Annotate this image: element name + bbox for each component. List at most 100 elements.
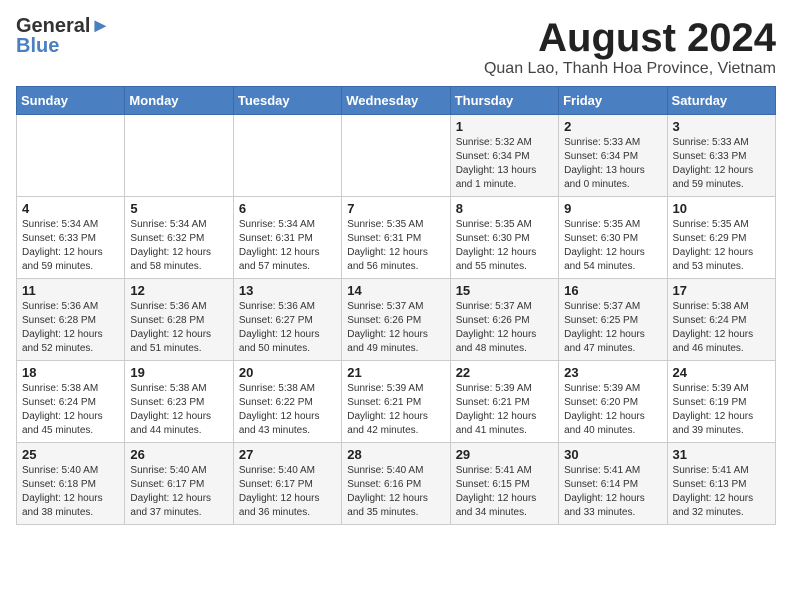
day-info: Sunrise: 5:36 AM Sunset: 6:28 PM Dayligh… xyxy=(22,300,119,356)
table-row: 17Sunrise: 5:38 AM Sunset: 6:24 PM Dayli… xyxy=(667,279,775,361)
day-number: 16 xyxy=(564,283,661,298)
calendar-header-row: Sunday Monday Tuesday Wednesday Thursday… xyxy=(17,87,776,115)
table-row: 10 Sunrise: 5:35 AM Sunset: 6:29 PM Dayli… xyxy=(667,197,775,279)
table-row xyxy=(342,115,450,197)
table-row: 1 Sunrise: 5:32 AM Sunset: 6:34 PM Daylig… xyxy=(450,115,558,197)
table-row: 12Sunrise: 5:36 AM Sunset: 6:28 PM Dayli… xyxy=(125,279,233,361)
table-row: 3 Sunrise: 5:33 AM Sunset: 6:33 PM Daylig… xyxy=(667,115,775,197)
day-info: Sunrise: 5:36 AM Sunset: 6:27 PM Dayligh… xyxy=(239,300,336,356)
table-row: 28Sunrise: 5:40 AM Sunset: 6:16 PM Dayli… xyxy=(342,443,450,525)
day-info: Sunrise: 5:39 AM Sunset: 6:19 PM Dayligh… xyxy=(673,382,770,438)
table-row: 13 Sunrise: 5:36 AM Sunset: 6:27 PM Dayli… xyxy=(233,279,341,361)
day-number: 27 xyxy=(239,447,336,462)
table-row: 2 Sunrise: 5:33 AM Sunset: 6:34 PM Daylig… xyxy=(559,115,667,197)
logo: General► Blue xyxy=(16,16,110,56)
header-wednesday: Wednesday xyxy=(342,87,450,115)
table-row: 20 Sunrise: 5:38 AM Sunset: 6:22 PM Dayli… xyxy=(233,361,341,443)
day-info: Sunrise: 5:38 AM Sunset: 6:24 PM Dayligh… xyxy=(673,300,770,356)
day-number: 26 xyxy=(130,447,227,462)
table-row: 5Sunrise: 5:34 AM Sunset: 6:32 PM Daylig… xyxy=(125,197,233,279)
day-info: Sunrise: 5:38 AM Sunset: 6:22 PM Dayligh… xyxy=(239,382,336,438)
day-info: Sunrise: 5:34 AM Sunset: 6:33 PM Dayligh… xyxy=(22,218,119,274)
day-info: Sunrise: 5:35 AM Sunset: 6:31 PM Dayligh… xyxy=(347,218,444,274)
day-number: 4 xyxy=(22,201,119,216)
table-row: 29 Sunrise: 5:41 AM Sunset: 6:15 PM Dayli… xyxy=(450,443,558,525)
day-number: 3 xyxy=(673,119,770,134)
day-number: 5 xyxy=(130,201,227,216)
day-info: Sunrise: 5:32 AM Sunset: 6:34 PM Dayligh… xyxy=(456,136,553,192)
table-row: 26 Sunrise: 5:40 AM Sunset: 6:17 PM Dayli… xyxy=(125,443,233,525)
day-info: Sunrise: 5:34 AM Sunset: 6:31 PM Dayligh… xyxy=(239,218,336,274)
logo-line2: Blue xyxy=(16,36,110,56)
day-number: 12 xyxy=(130,283,227,298)
day-number: 31 xyxy=(673,447,770,462)
table-row: 18 Sunrise: 5:38 AM Sunset: 6:24 PM Dayli… xyxy=(17,361,125,443)
table-row: 23 Sunrise: 5:39 AM Sunset: 6:20 PM Dayli… xyxy=(559,361,667,443)
day-number: 6 xyxy=(239,201,336,216)
day-number: 9 xyxy=(564,201,661,216)
calendar-week-row: 4 Sunrise: 5:34 AM Sunset: 6:33 PM Daylig… xyxy=(17,197,776,279)
table-row: 7Sunrise: 5:35 AM Sunset: 6:31 PM Daylig… xyxy=(342,197,450,279)
day-info: Sunrise: 5:39 AM Sunset: 6:21 PM Dayligh… xyxy=(347,382,444,438)
day-number: 18 xyxy=(22,365,119,380)
day-info: Sunrise: 5:35 AM Sunset: 6:30 PM Dayligh… xyxy=(564,218,661,274)
day-number: 25 xyxy=(22,447,119,462)
table-row: 19 Sunrise: 5:38 AM Sunset: 6:23 PM Dayli… xyxy=(125,361,233,443)
day-info: Sunrise: 5:39 AM Sunset: 6:20 PM Dayligh… xyxy=(564,382,661,438)
day-info: Sunrise: 5:41 AM Sunset: 6:15 PM Dayligh… xyxy=(456,464,553,520)
day-info: Sunrise: 5:38 AM Sunset: 6:24 PM Dayligh… xyxy=(22,382,119,438)
table-row xyxy=(125,115,233,197)
day-info: Sunrise: 5:33 AM Sunset: 6:34 PM Dayligh… xyxy=(564,136,661,192)
day-number: 10 xyxy=(673,201,770,216)
table-row: 9 Sunrise: 5:35 AM Sunset: 6:30 PM Daylig… xyxy=(559,197,667,279)
day-info: Sunrise: 5:37 AM Sunset: 6:25 PM Dayligh… xyxy=(564,300,661,356)
subtitle: Quan Lao, Thanh Hoa Province, Vietnam xyxy=(484,60,776,78)
table-row: 15 Sunrise: 5:37 AM Sunset: 6:26 PM Dayli… xyxy=(450,279,558,361)
table-row xyxy=(233,115,341,197)
table-row: 11 Sunrise: 5:36 AM Sunset: 6:28 PM Dayli… xyxy=(17,279,125,361)
day-info: Sunrise: 5:33 AM Sunset: 6:33 PM Dayligh… xyxy=(673,136,770,192)
day-info: Sunrise: 5:37 AM Sunset: 6:26 PM Dayligh… xyxy=(456,300,553,356)
table-row: 4 Sunrise: 5:34 AM Sunset: 6:33 PM Daylig… xyxy=(17,197,125,279)
table-row: 22Sunrise: 5:39 AM Sunset: 6:21 PM Dayli… xyxy=(450,361,558,443)
table-row: 8Sunrise: 5:35 AM Sunset: 6:30 PM Daylig… xyxy=(450,197,558,279)
day-number: 29 xyxy=(456,447,553,462)
day-number: 11 xyxy=(22,283,119,298)
day-number: 19 xyxy=(130,365,227,380)
day-info: Sunrise: 5:41 AM Sunset: 6:14 PM Dayligh… xyxy=(564,464,661,520)
header-friday: Friday xyxy=(559,87,667,115)
calendar-table: Sunday Monday Tuesday Wednesday Thursday… xyxy=(16,86,776,525)
day-number: 2 xyxy=(564,119,661,134)
day-info: Sunrise: 5:35 AM Sunset: 6:29 PM Dayligh… xyxy=(673,218,770,274)
header-saturday: Saturday xyxy=(667,87,775,115)
day-number: 22 xyxy=(456,365,553,380)
day-info: Sunrise: 5:40 AM Sunset: 6:18 PM Dayligh… xyxy=(22,464,119,520)
calendar-week-row: 25 Sunrise: 5:40 AM Sunset: 6:18 PM Dayli… xyxy=(17,443,776,525)
calendar-week-row: 11 Sunrise: 5:36 AM Sunset: 6:28 PM Dayli… xyxy=(17,279,776,361)
month-title: August 2024 xyxy=(484,16,776,60)
table-row xyxy=(17,115,125,197)
table-row: 21Sunrise: 5:39 AM Sunset: 6:21 PM Dayli… xyxy=(342,361,450,443)
table-row: 27Sunrise: 5:40 AM Sunset: 6:17 PM Dayli… xyxy=(233,443,341,525)
header-tuesday: Tuesday xyxy=(233,87,341,115)
day-info: Sunrise: 5:37 AM Sunset: 6:26 PM Dayligh… xyxy=(347,300,444,356)
calendar-week-row: 1 Sunrise: 5:32 AM Sunset: 6:34 PM Daylig… xyxy=(17,115,776,197)
day-info: Sunrise: 5:40 AM Sunset: 6:17 PM Dayligh… xyxy=(130,464,227,520)
table-row: 24 Sunrise: 5:39 AM Sunset: 6:19 PM Dayli… xyxy=(667,361,775,443)
page-header: General► Blue August 2024 Quan Lao, Than… xyxy=(16,16,776,78)
header-thursday: Thursday xyxy=(450,87,558,115)
day-number: 15 xyxy=(456,283,553,298)
day-number: 24 xyxy=(673,365,770,380)
day-info: Sunrise: 5:35 AM Sunset: 6:30 PM Dayligh… xyxy=(456,218,553,274)
day-number: 23 xyxy=(564,365,661,380)
day-number: 13 xyxy=(239,283,336,298)
day-number: 20 xyxy=(239,365,336,380)
header-sunday: Sunday xyxy=(17,87,125,115)
table-row: 31Sunrise: 5:41 AM Sunset: 6:13 PM Dayli… xyxy=(667,443,775,525)
table-row: 25 Sunrise: 5:40 AM Sunset: 6:18 PM Dayli… xyxy=(17,443,125,525)
day-info: Sunrise: 5:38 AM Sunset: 6:23 PM Dayligh… xyxy=(130,382,227,438)
day-number: 1 xyxy=(456,119,553,134)
table-row: 16 Sunrise: 5:37 AM Sunset: 6:25 PM Dayli… xyxy=(559,279,667,361)
day-number: 14 xyxy=(347,283,444,298)
day-number: 28 xyxy=(347,447,444,462)
